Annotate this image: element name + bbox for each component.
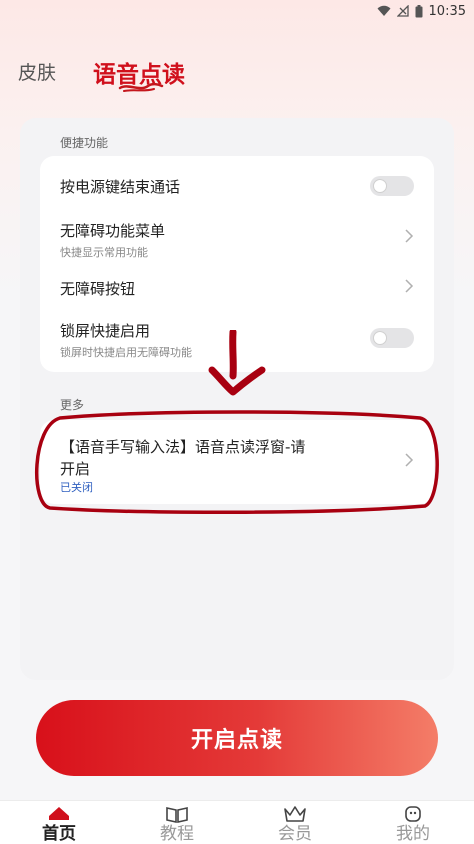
list-item-title: 锁屏快捷启用 [60,322,151,340]
nav-item-membership[interactable]: 会员 [236,801,354,844]
list-item-subtitle: 锁屏时快捷启用无障碍功能 [60,346,192,359]
list-item-power-key[interactable]: 按电源键结束通话 [40,156,434,210]
list-item-title: 无障碍功能菜单 [60,222,166,240]
chevron-right-icon [404,278,414,299]
lockscreen-toggle[interactable] [370,328,414,348]
nav-item-tutorial[interactable]: 教程 [118,801,236,844]
status-bar: 10:35 [0,0,474,22]
toggle-knob [373,179,387,193]
bottom-nav: 首页 教程 会员 我的 [0,800,474,844]
start-reading-button[interactable]: 开启点读 [36,700,438,776]
list-item-subtitle: 快捷显示常用功能 [60,246,148,259]
nav-item-home[interactable]: 首页 [0,801,118,844]
list-item-accessibility-menu[interactable]: 无障碍功能菜单 快捷显示常用功能 [40,212,434,266]
status-time: 10:35 [428,3,466,19]
section-label-shortcuts: 便捷功能 [60,136,109,150]
list-item-title: 无障碍按钮 [60,280,136,298]
wifi-icon [377,5,391,17]
highlight-circle-annotation [34,410,439,515]
list-item-accessibility-button[interactable]: 无障碍按钮 [40,268,434,312]
power-key-toggle[interactable] [370,176,414,196]
tab-skin[interactable]: 皮肤 [18,58,56,85]
nav-label: 教程 [160,824,194,844]
toggle-knob [373,331,387,345]
battery-icon [415,4,423,18]
nav-label: 会员 [278,824,312,844]
down-arrow-annotation [208,330,266,396]
chevron-right-icon [404,228,414,249]
nav-label: 我的 [396,824,430,844]
active-tab-underline [118,82,164,92]
list-item-title: 按电源键结束通话 [60,178,181,196]
signal-icon [396,5,409,17]
nav-item-profile[interactable]: 我的 [354,801,472,844]
nav-label: 首页 [42,824,76,844]
